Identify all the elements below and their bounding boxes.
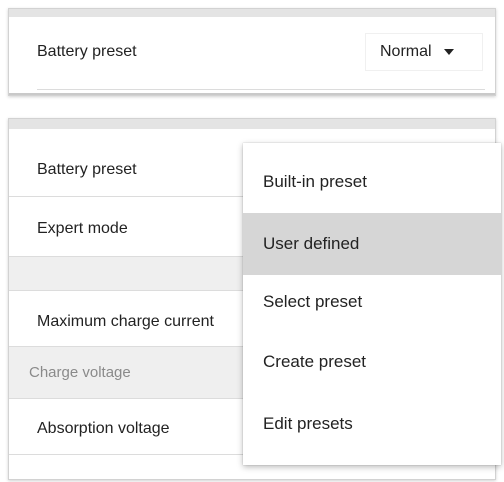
menu-item-select-preset[interactable]: Select preset xyxy=(243,271,501,333)
battery-preset-dropdown[interactable]: Normal xyxy=(365,33,483,71)
battery-preset-value: Normal xyxy=(380,43,432,60)
setting-label: Battery preset xyxy=(37,161,137,178)
row-divider xyxy=(37,89,485,90)
menu-item-edit-presets[interactable]: Edit presets xyxy=(243,393,501,455)
menu-item-built-in-preset[interactable]: Built-in preset xyxy=(243,151,501,213)
setting-label: Maximum charge current xyxy=(37,313,214,330)
setting-label: Absorption voltage xyxy=(37,420,170,437)
menu-item-user-defined[interactable]: User defined xyxy=(243,213,501,275)
battery-preset-label: Battery preset xyxy=(37,43,137,60)
setting-label: Expert mode xyxy=(37,220,128,237)
battery-preset-card: Battery preset Normal xyxy=(8,8,496,96)
card-top-bar xyxy=(9,9,495,17)
battery-preset-menu: Built-in preset User defined Select pres… xyxy=(243,143,501,465)
menu-item-create-preset[interactable]: Create preset xyxy=(243,331,501,393)
section-header-label: Charge voltage xyxy=(29,364,131,381)
caret-down-icon xyxy=(443,49,454,55)
card-top-bar xyxy=(9,119,495,129)
